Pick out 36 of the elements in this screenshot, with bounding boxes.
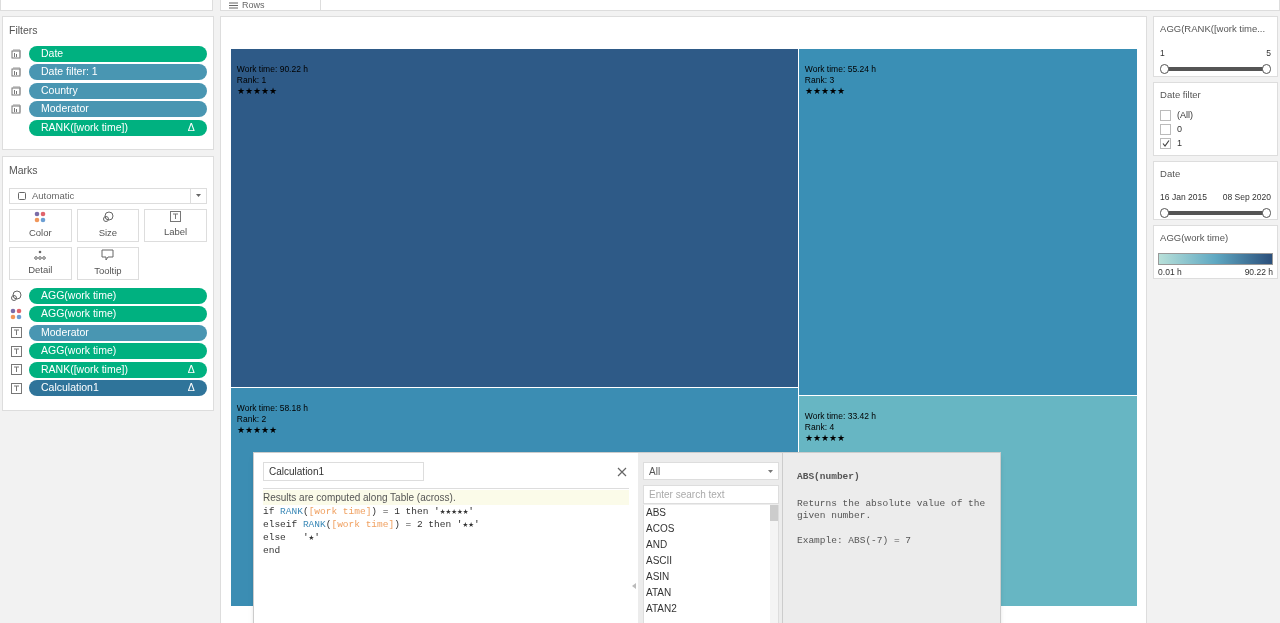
option-label: 1 [1177, 136, 1183, 150]
code-line: if RANK([work time]) = 1 then '★★★★★' [263, 505, 476, 518]
code-line: elseif RANK([work time]) = 2 then '★★' [263, 518, 481, 531]
rank-label: Rank: 3 [804, 75, 836, 86]
work-time-label: Work time: 90.22 h [236, 64, 309, 75]
code-line: end [263, 544, 282, 557]
star-label: ★★★★★ [804, 433, 846, 444]
panel-title: Marks [9, 163, 39, 178]
computation-notice: Results are computed along Table (across). [263, 490, 629, 505]
work-time-label: Work time: 55.24 h [804, 64, 877, 75]
work-time-label: Work time: 33.42 h [804, 411, 877, 422]
legend-min: 0.01 h [1158, 266, 1182, 279]
function-description: Returns the absolute value of the given number. [797, 498, 986, 523]
max-value: 5 [1266, 47, 1271, 60]
panel-title: Filters [9, 23, 39, 38]
code-line: else '★' [263, 531, 322, 544]
star-label: ★★★★★ [236, 86, 278, 97]
rows-shelf-label: Rows [242, 0, 265, 10]
option-label: 0 [1177, 122, 1183, 136]
function-signature: ABS(number) [797, 470, 861, 484]
option-label: (All) [1177, 108, 1194, 122]
card-title: Date [1160, 167, 1182, 181]
star-label: ★★★★★ [236, 425, 278, 436]
rank-label: Rank: 1 [236, 75, 268, 86]
work-time-label: Work time: 58.18 h [236, 403, 309, 414]
star-label: ★★★★★ [804, 86, 846, 97]
card-title: Date filter [1160, 88, 1202, 102]
end-date: 08 Sep 2020 [1222, 191, 1271, 204]
legend-max: 90.22 h [1244, 266, 1273, 279]
min-value: 1 [1160, 47, 1165, 60]
rank-label: Rank: 4 [804, 422, 836, 433]
start-date: 16 Jan 2015 [1160, 191, 1207, 204]
rank-label: Rank: 2 [236, 414, 268, 425]
card-title: AGG(work time) [1159, 231, 1230, 245]
card-title: AGG(RANK([work time... [1160, 22, 1267, 36]
function-example: Example: ABS(-7) = 7 [797, 534, 913, 549]
